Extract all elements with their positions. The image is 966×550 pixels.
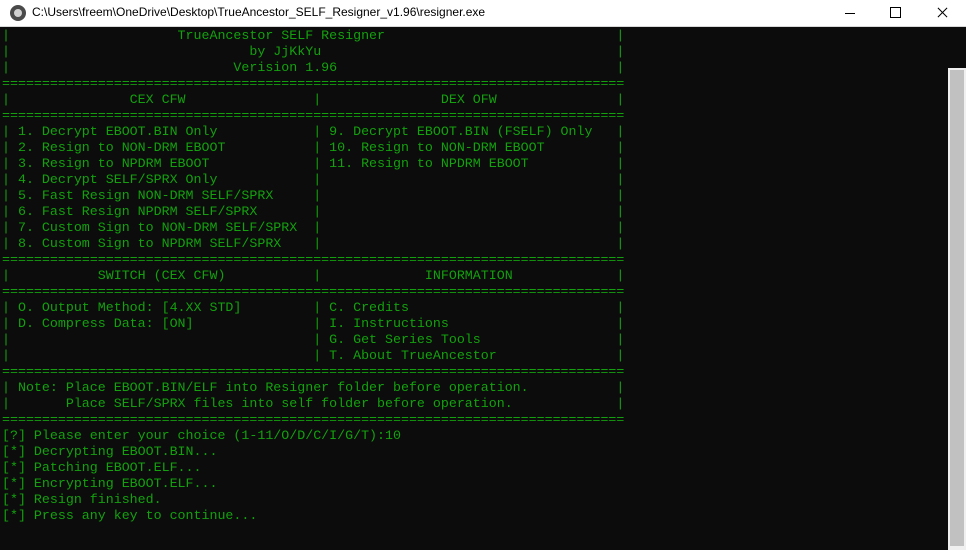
console-line: ========================================… xyxy=(2,76,625,91)
console-line: [?] Please enter your choice (1-11/O/D/C… xyxy=(2,428,401,443)
console-line: | Note: Place EBOOT.BIN/ELF into Resigne… xyxy=(2,380,625,395)
scrollbar-thumb[interactable] xyxy=(950,70,964,546)
close-button[interactable] xyxy=(919,0,965,26)
console-line: | O. Output Method: [4.XX STD] | C. Cred… xyxy=(2,300,625,315)
console-output[interactable]: | TrueAncestor SELF Resigner | | by JjKkY… xyxy=(0,27,948,550)
console-line: | 7. Custom Sign to NON-DRM SELF/SPRX | … xyxy=(2,220,625,235)
console-line: ========================================… xyxy=(2,412,625,427)
console-line: | 3. Resign to NPDRM EBOOT | 11. Resign … xyxy=(2,156,625,171)
console-line: | SWITCH (CEX CFW) | INFORMATION | xyxy=(2,268,625,283)
window-title: C:\Users\freem\OneDrive\Desktop\TrueAnce… xyxy=(32,5,486,19)
console-line: | | T. About TrueAncestor | xyxy=(2,348,625,363)
console-line: | 6. Fast Resign NPDRM SELF/SPRX | | xyxy=(2,204,625,219)
console-line: | CEX CFW | DEX OFW | xyxy=(2,92,625,107)
console-line: [*] Patching EBOOT.ELF... xyxy=(2,460,202,475)
minimize-button[interactable] xyxy=(827,0,873,26)
console-line: | D. Compress Data: [ON] | I. Instructio… xyxy=(2,316,625,331)
console-line: | | G. Get Series Tools | xyxy=(2,332,625,347)
console-line: | TrueAncestor SELF Resigner | xyxy=(2,28,625,43)
console-line: [*] Decrypting EBOOT.BIN... xyxy=(2,444,218,459)
maximize-button[interactable] xyxy=(873,0,919,26)
console-line: | Verision 1.96 | xyxy=(2,60,625,75)
console-line: ========================================… xyxy=(2,284,625,299)
console-line: | 2. Resign to NON-DRM EBOOT | 10. Resig… xyxy=(2,140,625,155)
console-line: | Place SELF/SPRX files into self folder… xyxy=(2,396,625,411)
vertical-scrollbar[interactable] xyxy=(948,68,966,550)
console-line: [*] Encrypting EBOOT.ELF... xyxy=(2,476,218,491)
console-line: | 1. Decrypt EBOOT.BIN Only | 9. Decrypt… xyxy=(2,124,625,139)
console-line: | 4. Decrypt SELF/SPRX Only | | xyxy=(2,172,625,187)
console-line: ========================================… xyxy=(2,108,625,123)
console-line: | by JjKkYu | xyxy=(2,44,625,59)
console-line: | 8. Custom Sign to NPDRM SELF/SPRX | | xyxy=(2,236,625,251)
console-line: [*] Resign finished. xyxy=(2,492,162,507)
scroll-edge xyxy=(948,27,966,68)
console-app-icon xyxy=(10,5,26,21)
console-line: ========================================… xyxy=(2,252,625,267)
console-line: [*] Press any key to continue... xyxy=(2,508,258,523)
console-line: | 5. Fast Resign NON-DRM SELF/SPRX | | xyxy=(2,188,625,203)
window-titlebar[interactable]: C:\Users\freem\OneDrive\Desktop\TrueAnce… xyxy=(0,0,966,27)
console-line: ========================================… xyxy=(2,364,625,379)
